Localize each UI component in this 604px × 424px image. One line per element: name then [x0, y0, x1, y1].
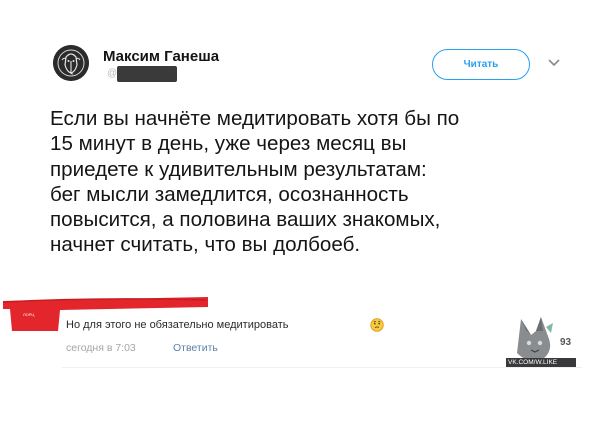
comment-author-label: ЛОРЦ — [23, 312, 35, 317]
tweet-line: Если вы начнёте медитировать хотя бы по — [50, 107, 460, 130]
tweet-line: приедете к удивительным результатам: — [50, 157, 427, 181]
like-count: 93 — [560, 337, 572, 348]
tweet-line: 15 минут в день, уже через месяц вы — [50, 132, 407, 156]
handle-redaction — [117, 66, 177, 82]
follow-button[interactable]: Читать — [432, 49, 530, 80]
author-avatar[interactable] — [53, 45, 89, 81]
tweet-text: Если вы начнёте медитировать хотя бы по … — [50, 106, 550, 258]
comment-timestamp: сегодня в 7:03 — [66, 342, 136, 354]
reply-link[interactable]: Ответить — [173, 342, 218, 354]
comment-divider — [62, 367, 582, 368]
tweet-line: бег мысли замедлится, осознанность — [50, 182, 409, 206]
ganesha-avatar-icon — [53, 45, 89, 81]
tweet-line: начнет считать, что вы долбоеб. — [50, 233, 361, 257]
watermark-text: VK.COM/W.LIKE — [508, 359, 558, 366]
thinking-face-icon — [370, 318, 384, 332]
comment-text: Но для этого не обязательно медитировать — [66, 319, 289, 331]
chevron-down-icon[interactable] — [547, 58, 561, 68]
author-name[interactable]: Максим Ганеша — [103, 48, 219, 65]
tweet-line: повысится, а половина ваших знакомых, — [50, 208, 441, 232]
